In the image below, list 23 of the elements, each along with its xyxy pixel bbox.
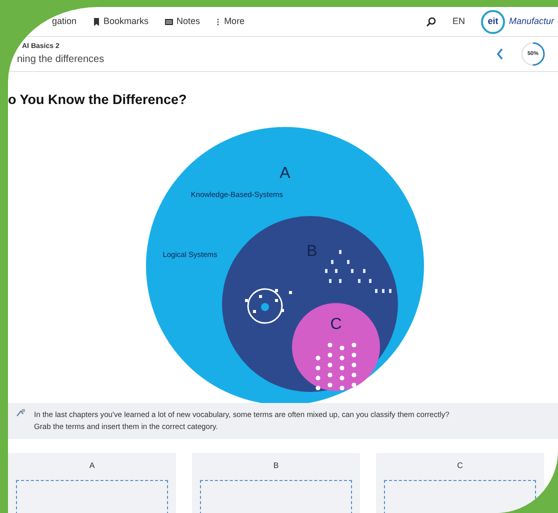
notes-link[interactable]: Notes <box>164 14 200 28</box>
lesson-title: ning the differences <box>16 53 104 68</box>
hint-icon <box>16 408 26 418</box>
drop-zone[interactable] <box>200 480 352 513</box>
category-title: A <box>88 460 96 472</box>
search-icon[interactable] <box>426 16 436 27</box>
set-letter: C <box>330 316 342 333</box>
set-letter: B <box>306 242 318 260</box>
drop-zone[interactable] <box>16 480 168 513</box>
chevron-left-icon[interactable] <box>496 48 504 60</box>
bookmark-icon <box>92 18 100 26</box>
bookmark-link[interactable]: Bookmarks <box>92 14 149 28</box>
notes-icon <box>164 18 173 26</box>
more-icon <box>216 18 220 26</box>
set-letter: A <box>280 164 290 182</box>
page-heading: o You Know the Difference? <box>8 91 188 110</box>
more-link[interactable]: More <box>216 14 245 28</box>
logo: eit Manufactur <box>480 10 554 34</box>
category-title: C <box>456 460 464 472</box>
navigation-link[interactable]: gation <box>52 14 77 28</box>
drop-zone[interactable] <box>384 480 536 513</box>
category-title: B <box>272 460 280 472</box>
language-selector[interactable]: EN <box>452 14 465 28</box>
